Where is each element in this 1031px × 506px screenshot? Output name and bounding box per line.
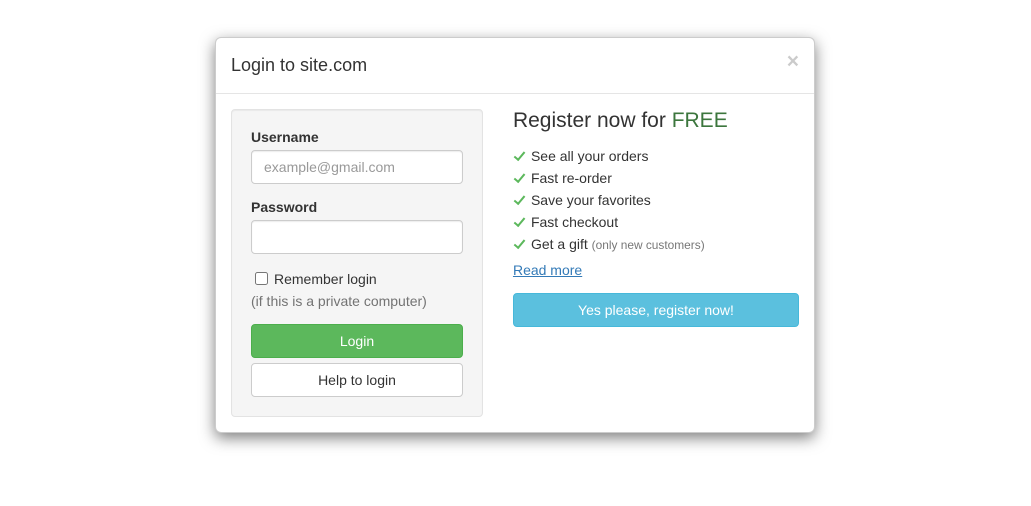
register-lead-prefix: Register now for xyxy=(513,109,672,132)
remember-label: Remember login xyxy=(274,271,377,287)
check-icon xyxy=(513,218,525,228)
benefit-text: Get a gift xyxy=(531,236,592,252)
check-icon xyxy=(513,240,525,250)
username-group: Username xyxy=(251,129,463,184)
benefit-small: (only new customers) xyxy=(592,238,705,252)
close-icon: × xyxy=(787,50,799,73)
remember-group: Remember login xyxy=(251,269,463,288)
benefits-list: See all your orders Fast re-order Save y… xyxy=(513,148,799,252)
login-modal: Login to site.com × Username Password Re… xyxy=(215,37,815,433)
check-icon xyxy=(513,152,525,162)
list-item: Fast checkout xyxy=(513,214,799,230)
list-item: Save your favorites xyxy=(513,192,799,208)
list-item: See all your orders xyxy=(513,148,799,164)
benefit-text: Save your favorites xyxy=(531,192,651,208)
password-group: Password xyxy=(251,199,463,254)
check-icon xyxy=(513,174,525,184)
modal-title: Login to site.com xyxy=(231,53,367,78)
read-more-link[interactable]: Read more xyxy=(513,262,582,278)
help-login-button[interactable]: Help to login xyxy=(251,363,463,397)
benefit-text: Fast checkout xyxy=(531,214,618,230)
password-label: Password xyxy=(251,199,463,215)
benefit-text: See all your orders xyxy=(531,148,649,164)
modal-header: Login to site.com × xyxy=(216,38,814,94)
remember-help-text: (if this is a private computer) xyxy=(251,293,463,309)
username-label: Username xyxy=(251,129,463,145)
check-icon xyxy=(513,196,525,206)
register-lead-highlight: FREE xyxy=(672,109,728,132)
benefit-text: Fast re-order xyxy=(531,170,612,186)
modal-body: Username Password Remember login (if thi… xyxy=(216,94,814,432)
list-item: Get a gift (only new customers) xyxy=(513,236,799,252)
register-column: Register now for FREE See all your order… xyxy=(498,109,799,417)
login-panel: Username Password Remember login (if thi… xyxy=(231,109,483,417)
login-button[interactable]: Login xyxy=(251,324,463,358)
login-column: Username Password Remember login (if thi… xyxy=(231,109,498,417)
register-lead: Register now for FREE xyxy=(513,109,799,133)
password-input[interactable] xyxy=(251,220,463,254)
remember-label-wrapper[interactable]: Remember login xyxy=(251,269,377,288)
list-item: Fast re-order xyxy=(513,170,799,186)
close-button[interactable]: × xyxy=(787,51,799,72)
register-button[interactable]: Yes please, register now! xyxy=(513,293,799,327)
remember-checkbox[interactable] xyxy=(255,272,268,285)
username-input[interactable] xyxy=(251,150,463,184)
